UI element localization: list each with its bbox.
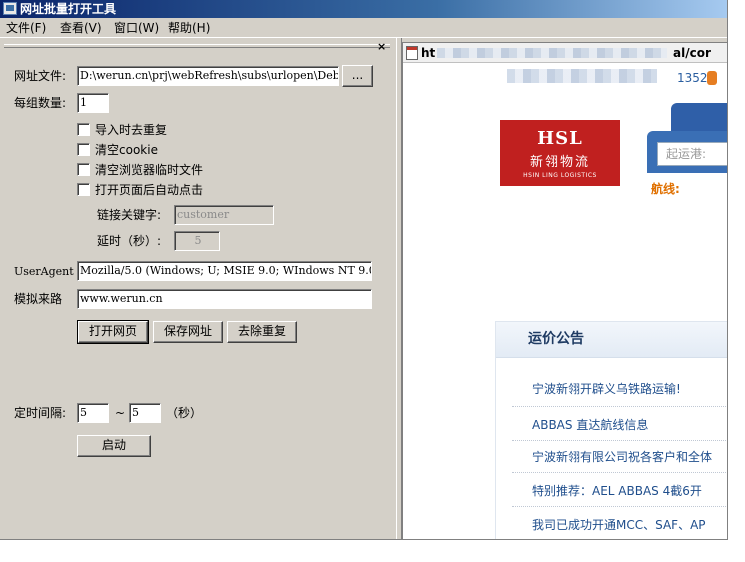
notice-divider xyxy=(512,472,727,473)
browse-button[interactable]: ... xyxy=(342,65,373,87)
browser-url-bar[interactable]: ht al/cor xyxy=(403,43,727,63)
url-file-label: 网址文件: xyxy=(14,69,67,83)
notice-divider xyxy=(512,506,727,507)
menu-view[interactable]: 查看(V) xyxy=(60,20,102,36)
notice-link[interactable]: 特别推荐：AEL ABBAS 4截6开 xyxy=(532,482,702,499)
notice-link[interactable]: 宁波新翎有限公司祝各客户和全体 xyxy=(532,448,712,465)
clear-temp-files-label: 清空浏览器临时文件 xyxy=(95,163,204,177)
menu-help[interactable]: 帮助(H) xyxy=(168,20,210,36)
notice-title: 运价公告 xyxy=(496,322,727,358)
delay-input[interactable]: 5 xyxy=(174,231,220,251)
start-button[interactable]: 启动 xyxy=(77,435,151,457)
auto-click-checkbox[interactable] xyxy=(77,183,90,196)
menu-bar: 文件(F) 查看(V) 窗口(W) 帮助(H) xyxy=(0,18,727,38)
clear-temp-files-checkbox[interactable] xyxy=(77,163,90,176)
remove-duplicates-button[interactable]: 去除重复 xyxy=(227,321,297,343)
link-keyword-label: 链接关键字: xyxy=(97,208,162,222)
phone-fragment: 1352 xyxy=(677,71,708,85)
dedupe-on-import-checkbox[interactable] xyxy=(77,123,90,136)
browser-pane[interactable]: ht al/cor 1352 HSL 新翎物流 HSIN LING LOGIST… xyxy=(402,42,727,539)
route-label: 航线: xyxy=(651,182,680,196)
title-bar: 网址批量打开工具 xyxy=(0,0,727,18)
url-suffix: al/cor xyxy=(673,46,711,60)
main-window: 网址批量打开工具 文件(F) 查看(V) 窗口(W) 帮助(H) × 网址文件:… xyxy=(0,0,728,540)
logo-main: HSL xyxy=(537,128,583,149)
menu-file[interactable]: 文件(F) xyxy=(6,20,46,36)
company-logo[interactable]: HSL 新翎物流 HSIN LING LOGISTICS xyxy=(500,120,620,186)
menu-window[interactable]: 窗口(W) xyxy=(114,20,159,36)
auto-click-label: 打开页面后自动点击 xyxy=(95,183,204,197)
notice-link[interactable]: ABBAS 直达航线信息 xyxy=(532,416,648,433)
header-redacted xyxy=(507,69,657,83)
panel-grip xyxy=(4,44,390,48)
logo-english: HSIN LING LOGISTICS xyxy=(523,172,597,179)
referer-label: 模拟来路 xyxy=(14,292,63,306)
group-count-input[interactable]: 1 xyxy=(77,93,109,113)
url-redacted xyxy=(437,48,667,58)
useragent-label: UserAgent xyxy=(14,265,74,278)
interval-unit: （秒） xyxy=(166,406,203,420)
notice-divider xyxy=(512,406,727,407)
notice-divider xyxy=(512,440,727,441)
notice-link[interactable]: 我司已成功开通MCC、SAF、AP xyxy=(532,516,706,533)
clear-cookie-checkbox[interactable] xyxy=(77,143,90,156)
referer-input[interactable]: www.werun.cn xyxy=(77,289,372,309)
panel-close-button[interactable]: × xyxy=(377,40,386,53)
interval-to-input[interactable]: 5 xyxy=(129,403,161,423)
orange-badge xyxy=(707,71,717,85)
document-icon xyxy=(406,46,418,60)
rate-notice-box: 运价公告 宁波新翎开辟义乌铁路运输! ABBAS 直达航线信息 宁波新翎有限公司… xyxy=(495,321,727,539)
interval-from-input[interactable]: 5 xyxy=(77,403,109,423)
settings-panel: × 网址文件: D:\werun.cn\prj\webRefresh\subs\… xyxy=(0,38,396,539)
group-count-label: 每组数量: xyxy=(14,96,67,110)
url-file-input[interactable]: D:\werun.cn\prj\webRefresh\subs\urlopen\… xyxy=(77,66,339,86)
interval-label: 定时间隔: xyxy=(14,406,67,420)
save-urls-button[interactable]: 保存网址 xyxy=(153,321,223,343)
useragent-input[interactable]: Mozilla/5.0 (Windows; U; MSIE 9.0; WIndo… xyxy=(77,261,372,281)
window-title: 网址批量打开工具 xyxy=(20,2,117,16)
url-prefix: ht xyxy=(421,46,436,60)
interval-separator: ~ xyxy=(115,406,126,420)
search-tab[interactable] xyxy=(671,103,727,131)
delay-label: 延时（秒）: xyxy=(97,234,162,248)
logo-chinese: 新翎物流 xyxy=(529,155,590,170)
app-icon xyxy=(3,2,17,15)
notice-link[interactable]: 宁波新翎开辟义乌铁路运输! xyxy=(532,380,681,397)
port-search-input[interactable]: 起运港: xyxy=(657,142,727,166)
clear-cookie-label: 清空cookie xyxy=(95,143,158,157)
open-pages-button[interactable]: 打开网页 xyxy=(77,320,149,344)
link-keyword-input[interactable]: customer xyxy=(174,205,274,225)
dedupe-on-import-label: 导入时去重复 xyxy=(95,123,168,137)
